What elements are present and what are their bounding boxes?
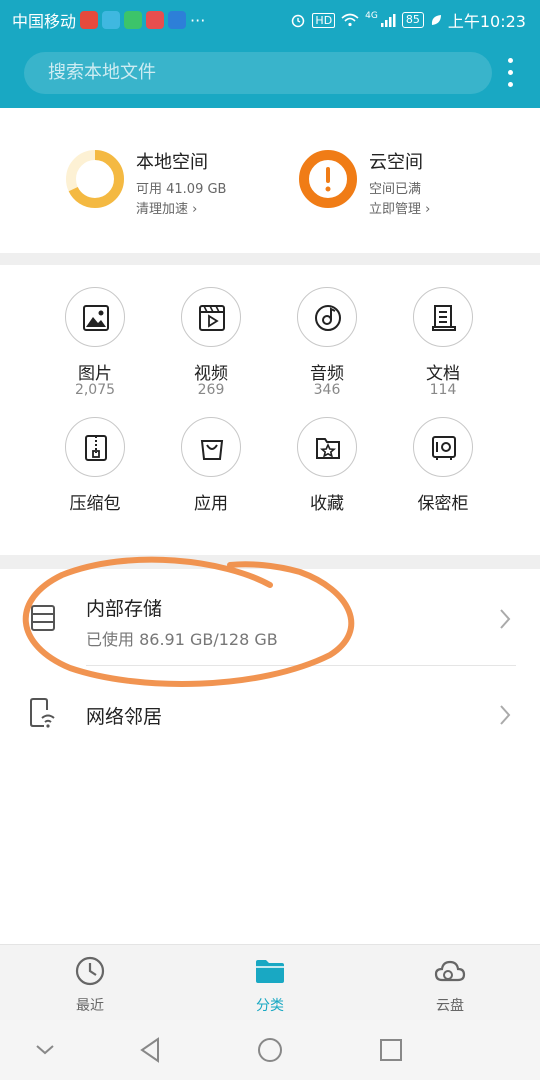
tab-label: 云盘 <box>436 998 464 1014</box>
carrier-label: 中国移动 <box>12 12 77 31</box>
local-usage-ring <box>66 150 124 208</box>
section-divider <box>0 555 540 569</box>
category-safe[interactable]: 保密柜 <box>385 417 501 517</box>
home-button-icon[interactable] <box>256 1036 284 1064</box>
category-count: 2,075 <box>74 382 116 398</box>
section-divider <box>0 253 540 265</box>
wifi-icon <box>341 13 359 27</box>
app-bag-icon <box>181 417 241 477</box>
app-header: 中国移动 ··· HD 4G 85 上午10:23 搜索本地文件 <box>0 0 540 108</box>
network-neighborhood-title: 网络邻居 <box>86 706 163 728</box>
category-documents[interactable]: 文档 114 <box>385 287 501 407</box>
storage-summary: 本地空间 可用 41.09 GB 清理加速 › 云空间 空间已满 立即管理 › <box>0 108 540 253</box>
more-menu-button[interactable] <box>500 56 520 90</box>
category-videos[interactable]: 视频 269 <box>153 287 269 407</box>
favorite-star-icon <box>297 417 357 477</box>
safe-icon <box>413 417 473 477</box>
archive-icon <box>65 417 125 477</box>
tab-label: 分类 <box>256 998 284 1014</box>
category-count: 346 <box>313 382 341 398</box>
audio-icon <box>297 287 357 347</box>
video-icon <box>181 287 241 347</box>
category-favorites[interactable]: 收藏 <box>269 417 385 517</box>
category-apps[interactable]: 应用 <box>153 417 269 517</box>
image-icon <box>65 287 125 347</box>
category-label: 收藏 <box>310 494 344 514</box>
folder-icon <box>256 960 284 983</box>
local-available-text: 可用 41.09 GB <box>136 182 227 197</box>
notification-app-icon <box>168 11 187 29</box>
hd-badge: HD <box>312 12 336 28</box>
tab-categories[interactable]: 分类 <box>180 945 360 1021</box>
status-right: HD 4G 85 上午10:23 <box>290 8 526 32</box>
category-audio[interactable]: 音频 346 <box>269 287 385 407</box>
chevron-right-icon <box>500 705 511 725</box>
file-manager-screen: 中国移动 ··· HD 4G 85 上午10:23 搜索本地文件 本地空间 可用… <box>0 0 540 1080</box>
network-neighborhood-row[interactable]: 网络邻居 <box>0 666 540 762</box>
category-label: 保密柜 <box>417 494 469 514</box>
network-type-label: 4G <box>365 11 378 21</box>
local-storage-title: 本地空间 <box>136 152 208 173</box>
category-label: 视频 <box>194 364 228 384</box>
cleanup-link[interactable]: 清理加速 › <box>136 198 197 217</box>
more-notifications-label: ··· <box>190 10 206 30</box>
tab-recent[interactable]: 最近 <box>0 945 180 1021</box>
cloud-status-text: 空间已满 <box>369 182 422 197</box>
manage-now-link[interactable]: 立即管理 › <box>369 198 430 217</box>
cloud-storage-card[interactable]: 云空间 空间已满 立即管理 › <box>297 148 497 220</box>
status-bar: 中国移动 ··· HD 4G 85 上午10:23 <box>0 0 540 36</box>
internal-storage-title: 内部存储 <box>86 598 163 620</box>
internal-storage-usage: 已使用 86.91 GB/128 GB <box>86 630 278 649</box>
system-navigation-bar <box>0 1020 540 1080</box>
document-icon <box>413 287 473 347</box>
category-archives[interactable]: 压缩包 <box>37 417 153 517</box>
notification-app-icon <box>102 11 121 29</box>
local-storage-card[interactable]: 本地空间 可用 41.09 GB 清理加速 › <box>64 148 274 220</box>
cloud-icon <box>434 960 466 982</box>
category-label: 文档 <box>426 364 460 384</box>
signal-icon <box>380 14 396 27</box>
category-images[interactable]: 图片 2,075 <box>37 287 153 407</box>
network-device-icon <box>30 698 55 728</box>
search-input[interactable]: 搜索本地文件 <box>24 52 492 94</box>
tab-cloud-drive[interactable]: 云盘 <box>360 945 540 1021</box>
notification-app-icon <box>146 11 165 29</box>
status-left: 中国移动 ··· <box>12 8 205 32</box>
notification-app-icon <box>80 11 99 29</box>
category-label: 应用 <box>194 494 228 514</box>
alarm-icon <box>292 14 305 28</box>
bottom-tab-bar: 最近 分类 云盘 <box>0 944 540 1020</box>
category-label: 音频 <box>310 364 344 384</box>
clock-time: 上午10:23 <box>447 12 526 31</box>
category-count: 114 <box>429 382 457 398</box>
collapse-nav-icon[interactable] <box>34 1036 56 1064</box>
power-save-leaf-icon <box>431 15 441 25</box>
category-grid: 图片 2,075 视频 269 音频 346 文档 114 压缩包 应用 收藏 … <box>0 265 540 555</box>
recent-apps-button-icon[interactable] <box>378 1036 404 1064</box>
category-label: 压缩包 <box>69 494 121 514</box>
back-button-icon[interactable] <box>138 1036 162 1064</box>
cloud-full-warning-icon <box>299 150 357 208</box>
notification-app-icon <box>124 11 143 29</box>
internal-storage-row[interactable]: 内部存储 已使用 86.91 GB/128 GB <box>0 570 540 665</box>
cloud-storage-title: 云空间 <box>369 152 423 173</box>
storage-drive-icon <box>31 605 55 631</box>
clock-icon <box>75 956 105 986</box>
chevron-right-icon <box>500 609 511 629</box>
category-label: 图片 <box>78 364 112 384</box>
battery-level: 85 <box>401 12 424 28</box>
tab-label: 最近 <box>76 998 104 1014</box>
category-count: 269 <box>197 382 225 398</box>
